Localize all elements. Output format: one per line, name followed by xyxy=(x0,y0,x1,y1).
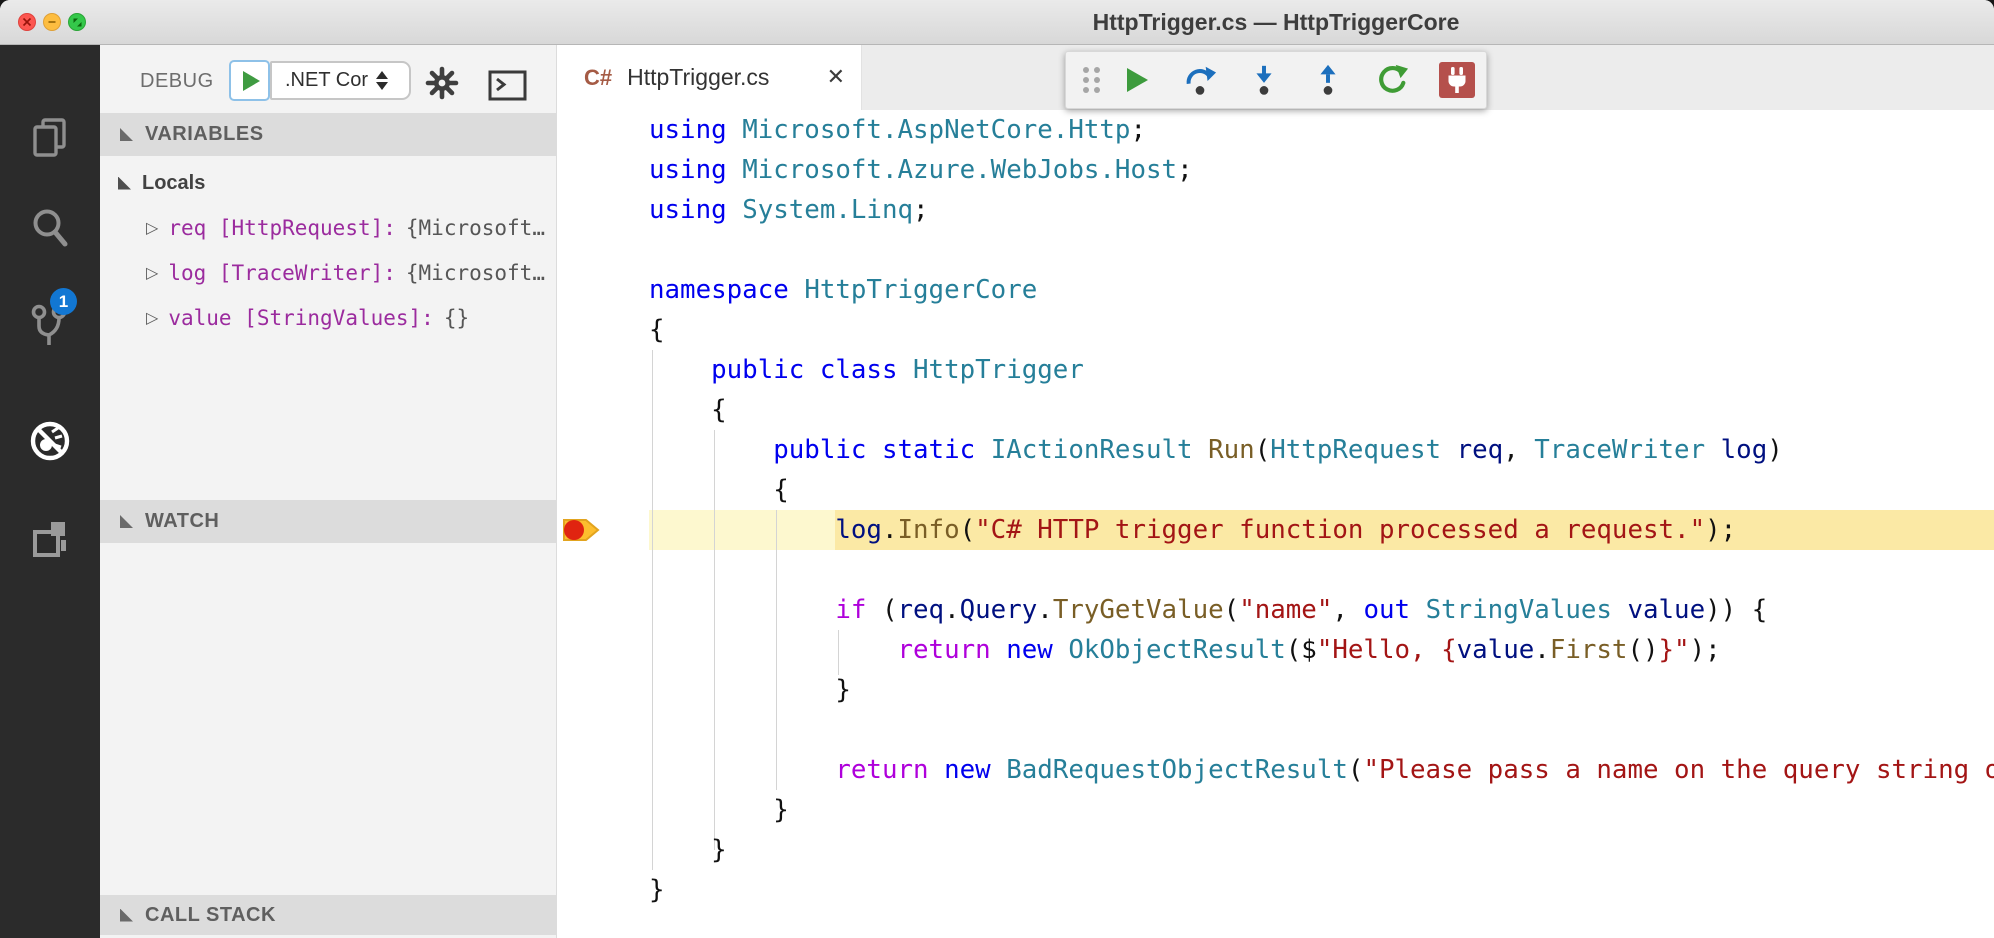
code-line[interactable]: log.Info("C# HTTP trigger function proce… xyxy=(649,510,1994,550)
code-editor[interactable]: using Microsoft.AspNetCore.Http;using Mi… xyxy=(557,110,1994,938)
expand-icon[interactable]: ▷ xyxy=(146,263,158,282)
sidebar-item-extensions[interactable] xyxy=(0,501,100,577)
code-line[interactable]: namespace HttpTriggerCore xyxy=(649,270,1994,310)
minimize-window-button[interactable] xyxy=(43,13,61,31)
variable-row[interactable]: ▷ req [HttpRequest]: {Microsoft… xyxy=(146,205,545,250)
source-control-badge: 1 xyxy=(50,288,77,315)
code-line[interactable]: } xyxy=(649,870,1994,910)
variable-value: {Microsoft… xyxy=(406,261,545,285)
call-stack-section-header[interactable]: CALL STACK xyxy=(100,895,557,935)
tab-httptrigger-cs[interactable]: C# HttpTrigger.cs ✕ xyxy=(557,45,862,110)
extensions-icon xyxy=(26,515,74,563)
csharp-file-icon: C# xyxy=(584,65,612,91)
sidebar-item-explorer[interactable] xyxy=(0,100,100,176)
watch-section-header[interactable]: WATCH xyxy=(100,500,557,543)
vscode-window: HttpTrigger.cs — HttpTriggerCore 1 xyxy=(0,0,1994,938)
restart-button[interactable] xyxy=(1375,62,1409,98)
code-line[interactable]: public class HttpTrigger xyxy=(649,350,1994,390)
code-line[interactable]: if (req.Query.TryGetValue("name", out St… xyxy=(649,590,1994,630)
collapse-icon xyxy=(120,515,133,528)
debug-toolbar xyxy=(1065,51,1487,109)
code-line[interactable]: using System.Linq; xyxy=(649,190,1994,230)
updown-arrows-icon xyxy=(376,71,388,90)
configure-launch-button[interactable] xyxy=(425,66,459,105)
plug-icon xyxy=(1444,66,1470,94)
play-icon xyxy=(243,71,260,91)
debug-sidebar: DEBUG .NET Cor xyxy=(100,45,557,938)
variables-section-header[interactable]: VARIABLES xyxy=(100,113,557,156)
activity-bar: 1 xyxy=(0,45,100,938)
tab-label: HttpTrigger.cs xyxy=(627,64,769,91)
step-over-button[interactable] xyxy=(1183,62,1217,98)
tab-close-icon[interactable]: ✕ xyxy=(827,65,845,90)
expand-icon[interactable]: ▷ xyxy=(146,218,158,237)
code-line[interactable]: return new OkObjectResult($"Hello, {valu… xyxy=(649,630,1994,670)
titlebar[interactable]: HttpTrigger.cs — HttpTriggerCore xyxy=(0,0,1994,45)
code-line[interactable]: } xyxy=(649,830,1994,870)
fullscreen-icon xyxy=(72,17,83,28)
collapse-icon xyxy=(118,177,131,190)
continue-icon xyxy=(1121,65,1151,95)
collapse-icon xyxy=(120,909,133,922)
variable-value: {Microsoft… xyxy=(406,216,545,240)
sidebar-item-search[interactable] xyxy=(0,190,100,266)
code-line[interactable]: } xyxy=(649,670,1994,710)
close-icon xyxy=(22,17,32,27)
debug-icon xyxy=(25,416,75,466)
step-into-button[interactable] xyxy=(1247,62,1281,98)
debug-viewlet-title: DEBUG xyxy=(140,70,214,93)
disconnect-button[interactable] xyxy=(1439,62,1475,98)
code-line[interactable]: } xyxy=(649,790,1994,830)
variable-value: {} xyxy=(444,306,469,330)
start-debug-button[interactable] xyxy=(229,60,270,101)
expand-icon[interactable]: ▷ xyxy=(146,308,158,327)
debug-arrow-breakpoint-icon xyxy=(561,514,607,546)
code-line[interactable]: public static IActionResult Run(HttpRequ… xyxy=(649,430,1994,470)
step-out-icon xyxy=(1311,62,1345,98)
grip-dots-icon xyxy=(1078,62,1104,98)
search-icon xyxy=(26,204,74,252)
code-line[interactable] xyxy=(649,230,1994,270)
continue-button[interactable] xyxy=(1119,65,1153,95)
window-title: HttpTrigger.cs — HttpTriggerCore xyxy=(1080,0,1472,44)
code-lines: using Microsoft.AspNetCore.Http;using Mi… xyxy=(649,110,1994,910)
code-line[interactable] xyxy=(649,710,1994,750)
section-label: WATCH xyxy=(145,510,219,533)
scope-label: Locals xyxy=(142,172,205,195)
code-line[interactable]: using Microsoft.Azure.WebJobs.Host; xyxy=(649,150,1994,190)
code-line[interactable] xyxy=(649,550,1994,590)
step-into-icon xyxy=(1247,62,1281,98)
variable-name: log [TraceWriter]: xyxy=(168,261,396,285)
open-debug-console-button[interactable] xyxy=(488,70,528,107)
code-line[interactable]: { xyxy=(649,390,1994,430)
traffic-lights xyxy=(18,13,86,31)
fullscreen-window-button[interactable] xyxy=(68,13,86,31)
gear-icon xyxy=(425,66,459,100)
variable-name: value [StringValues]: xyxy=(168,306,434,330)
minimize-icon xyxy=(47,17,57,27)
console-icon xyxy=(488,70,528,102)
section-label: CALL STACK xyxy=(145,904,276,927)
locals-scope-row[interactable]: Locals xyxy=(118,161,205,205)
restart-icon xyxy=(1375,62,1409,98)
section-label: VARIABLES xyxy=(145,123,264,146)
step-out-button[interactable] xyxy=(1311,62,1345,98)
files-icon xyxy=(26,114,74,162)
close-window-button[interactable] xyxy=(18,13,36,31)
launch-config-value: .NET Cor xyxy=(272,69,378,92)
code-line[interactable]: { xyxy=(649,470,1994,510)
step-over-icon xyxy=(1183,62,1217,98)
collapse-icon xyxy=(120,128,133,141)
variable-name: req [HttpRequest]: xyxy=(168,216,396,240)
sidebar-item-debug[interactable] xyxy=(0,403,100,479)
launch-config-dropdown[interactable]: .NET Cor xyxy=(270,61,411,100)
toolbar-drag-handle[interactable] xyxy=(1077,62,1105,98)
variable-row[interactable]: ▷ value [StringValues]: {} xyxy=(146,295,469,340)
code-line[interactable]: return new BadRequestObjectResult("Pleas… xyxy=(649,750,1994,790)
variable-row[interactable]: ▷ log [TraceWriter]: {Microsoft… xyxy=(146,250,545,295)
breakpoint-current-statement-glyph[interactable] xyxy=(561,514,607,551)
code-line[interactable]: { xyxy=(649,310,1994,350)
code-line[interactable]: using Microsoft.AspNetCore.Http; xyxy=(649,110,1994,150)
